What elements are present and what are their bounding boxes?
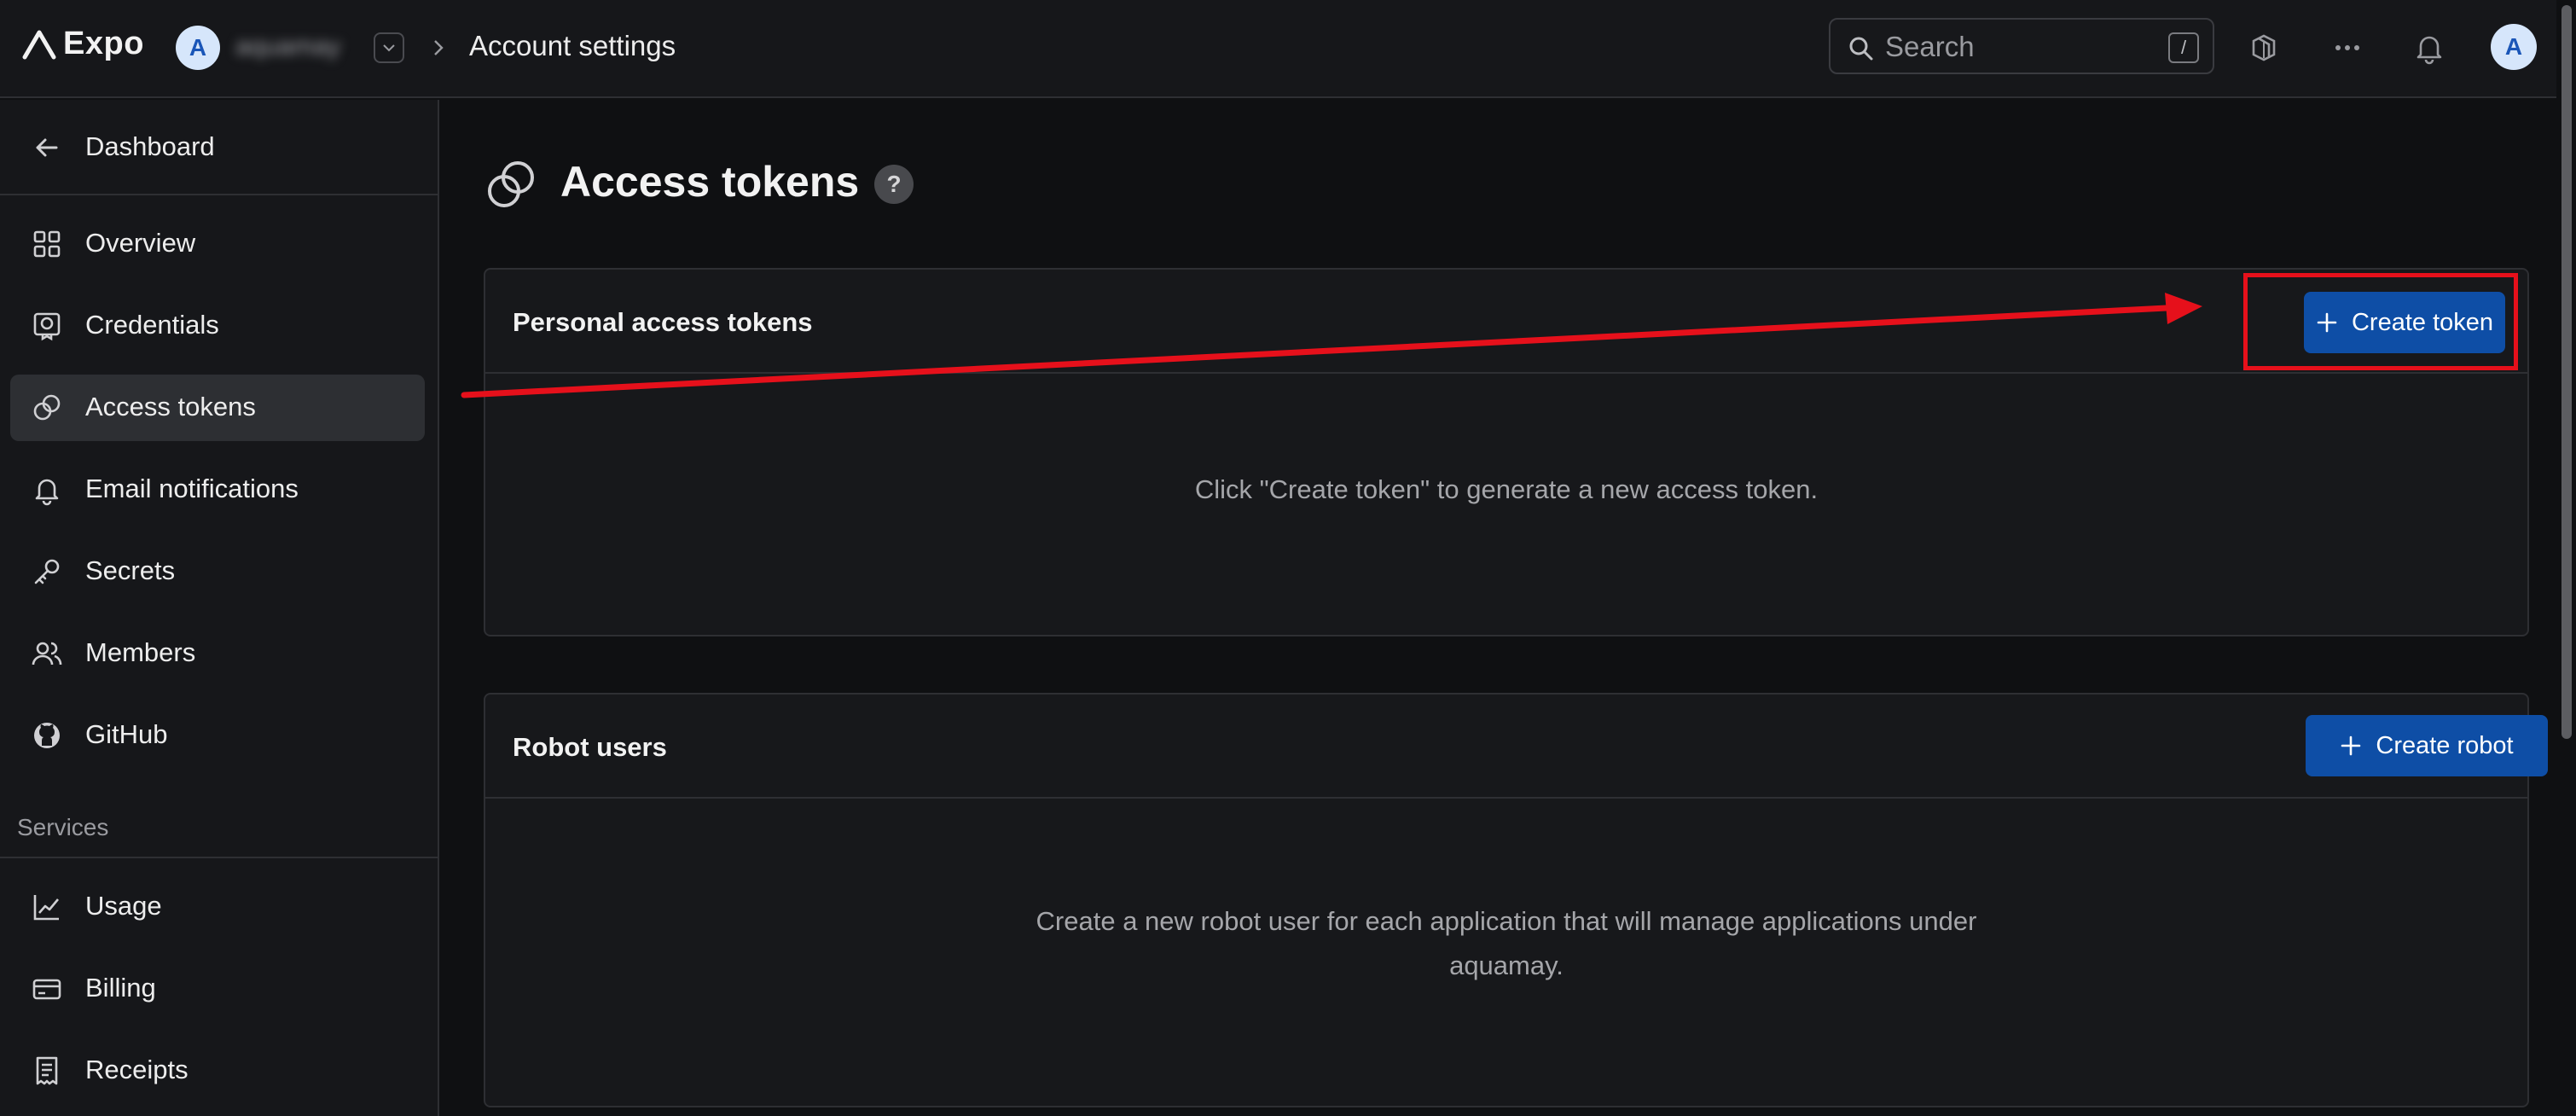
sidebar-item-github[interactable]: GitHub — [10, 702, 425, 769]
logo-text: Expo — [63, 26, 144, 61]
users-icon — [31, 637, 63, 670]
receipt-icon — [31, 1055, 63, 1087]
link-rings-icon — [31, 392, 63, 424]
sidebar-item-label: Overview — [85, 228, 196, 258]
card-icon — [31, 973, 63, 1005]
notifications-button[interactable] — [2407, 26, 2451, 70]
help-button[interactable]: ? — [874, 165, 914, 204]
sidebar-item-usage[interactable]: Usage — [10, 874, 425, 940]
chevron-down-icon — [383, 44, 395, 52]
more-horizontal-icon — [2335, 45, 2359, 50]
search-input[interactable] — [1885, 30, 2141, 64]
page-title: Access tokens — [560, 158, 860, 206]
sidebar-item-billing[interactable]: Billing — [10, 956, 425, 1022]
sidebar-item-label: Usage — [85, 891, 162, 921]
panel-title: Personal access tokens — [513, 307, 813, 337]
sidebar-item-label: Dashboard — [85, 131, 215, 161]
account-switcher-button[interactable] — [374, 32, 404, 63]
empty-state-text: Click "Create token" to generate a new a… — [1194, 474, 1819, 504]
sidebar-item-label: Receipts — [85, 1055, 189, 1084]
top-bar: Expo A aquamay Account settings / A — [0, 0, 2576, 98]
sidebar-item-label: Credentials — [85, 310, 219, 340]
expo-snack-button[interactable] — [2242, 26, 2286, 70]
sidebar-item-label: Billing — [85, 973, 156, 1003]
personal-tokens-panel: Personal access tokens Create token Clic… — [484, 268, 2529, 636]
empty-state-text: Create a new robot user for each applica… — [485, 899, 2527, 988]
robot-users-panel: Robot users Create robot Create a new ro… — [484, 693, 2548, 1107]
panel-title: Robot users — [513, 732, 667, 762]
bell-icon — [31, 474, 63, 506]
breadcrumb-separator — [426, 32, 450, 63]
sidebar-item-dashboard[interactable]: Dashboard — [10, 114, 425, 181]
search-icon — [1849, 37, 1873, 61]
grid-icon — [31, 228, 63, 260]
sidebar-item-label: Email notifications — [85, 474, 299, 503]
sidebar: Dashboard Overview Credentials Access to… — [0, 100, 439, 1116]
create-robot-button[interactable]: Create robot — [2306, 715, 2548, 776]
sidebar-item-email-notifications[interactable]: Email notifications — [10, 456, 425, 523]
sidebar-item-label: Access tokens — [85, 392, 256, 421]
sidebar-item-overview[interactable]: Overview — [10, 211, 425, 277]
cube-icon — [2252, 34, 2276, 61]
button-label: Create robot — [2376, 731, 2514, 759]
empty-state-line: Create a new robot user for each applica… — [1036, 906, 1977, 936]
expo-logo-icon — [22, 30, 56, 59]
main-content: Access tokens ? Personal access tokens C… — [441, 100, 2556, 1116]
chart-icon — [31, 891, 63, 923]
sidebar-item-secrets[interactable]: Secrets — [10, 538, 425, 605]
sidebar-item-credentials[interactable]: Credentials — [10, 293, 425, 359]
scrollbar-thumb[interactable] — [2561, 5, 2572, 739]
annotation-highlight-box — [2243, 273, 2518, 370]
services-heading: Services — [17, 814, 109, 840]
sidebar-item-access-tokens[interactable]: Access tokens — [10, 375, 425, 441]
sidebar-item-label: Members — [85, 637, 196, 667]
panel-header: Robot users Create robot — [485, 695, 2548, 799]
breadcrumb-current[interactable]: Account settings — [469, 30, 676, 62]
user-avatar[interactable]: A — [2491, 24, 2537, 70]
plus-icon — [2341, 735, 2361, 756]
account-avatar[interactable]: A — [176, 26, 220, 70]
sidebar-item-receipts[interactable]: Receipts — [10, 1038, 425, 1104]
more-options-button[interactable] — [2325, 26, 2370, 70]
expo-logo[interactable]: Expo — [22, 26, 144, 62]
panel-header: Personal access tokens Create token — [485, 270, 2527, 374]
sidebar-divider — [0, 194, 438, 195]
sidebar-item-members[interactable]: Members — [10, 620, 425, 687]
sidebar-item-label: GitHub — [85, 719, 168, 749]
search-box[interactable]: / — [1829, 18, 2214, 74]
sidebar-divider — [0, 857, 438, 858]
sidebar-item-label: Secrets — [85, 555, 176, 585]
search-shortcut-key: / — [2168, 32, 2199, 63]
credentials-icon — [31, 310, 63, 342]
bell-icon — [2416, 36, 2442, 65]
github-icon — [31, 719, 63, 752]
link-rings-icon — [484, 157, 538, 212]
empty-state-line: aquamay. — [1449, 950, 1564, 980]
key-icon — [31, 555, 63, 588]
account-name[interactable]: aquamay — [235, 32, 340, 61]
chevron-right-icon — [434, 40, 444, 55]
arrow-left-icon — [31, 131, 63, 164]
